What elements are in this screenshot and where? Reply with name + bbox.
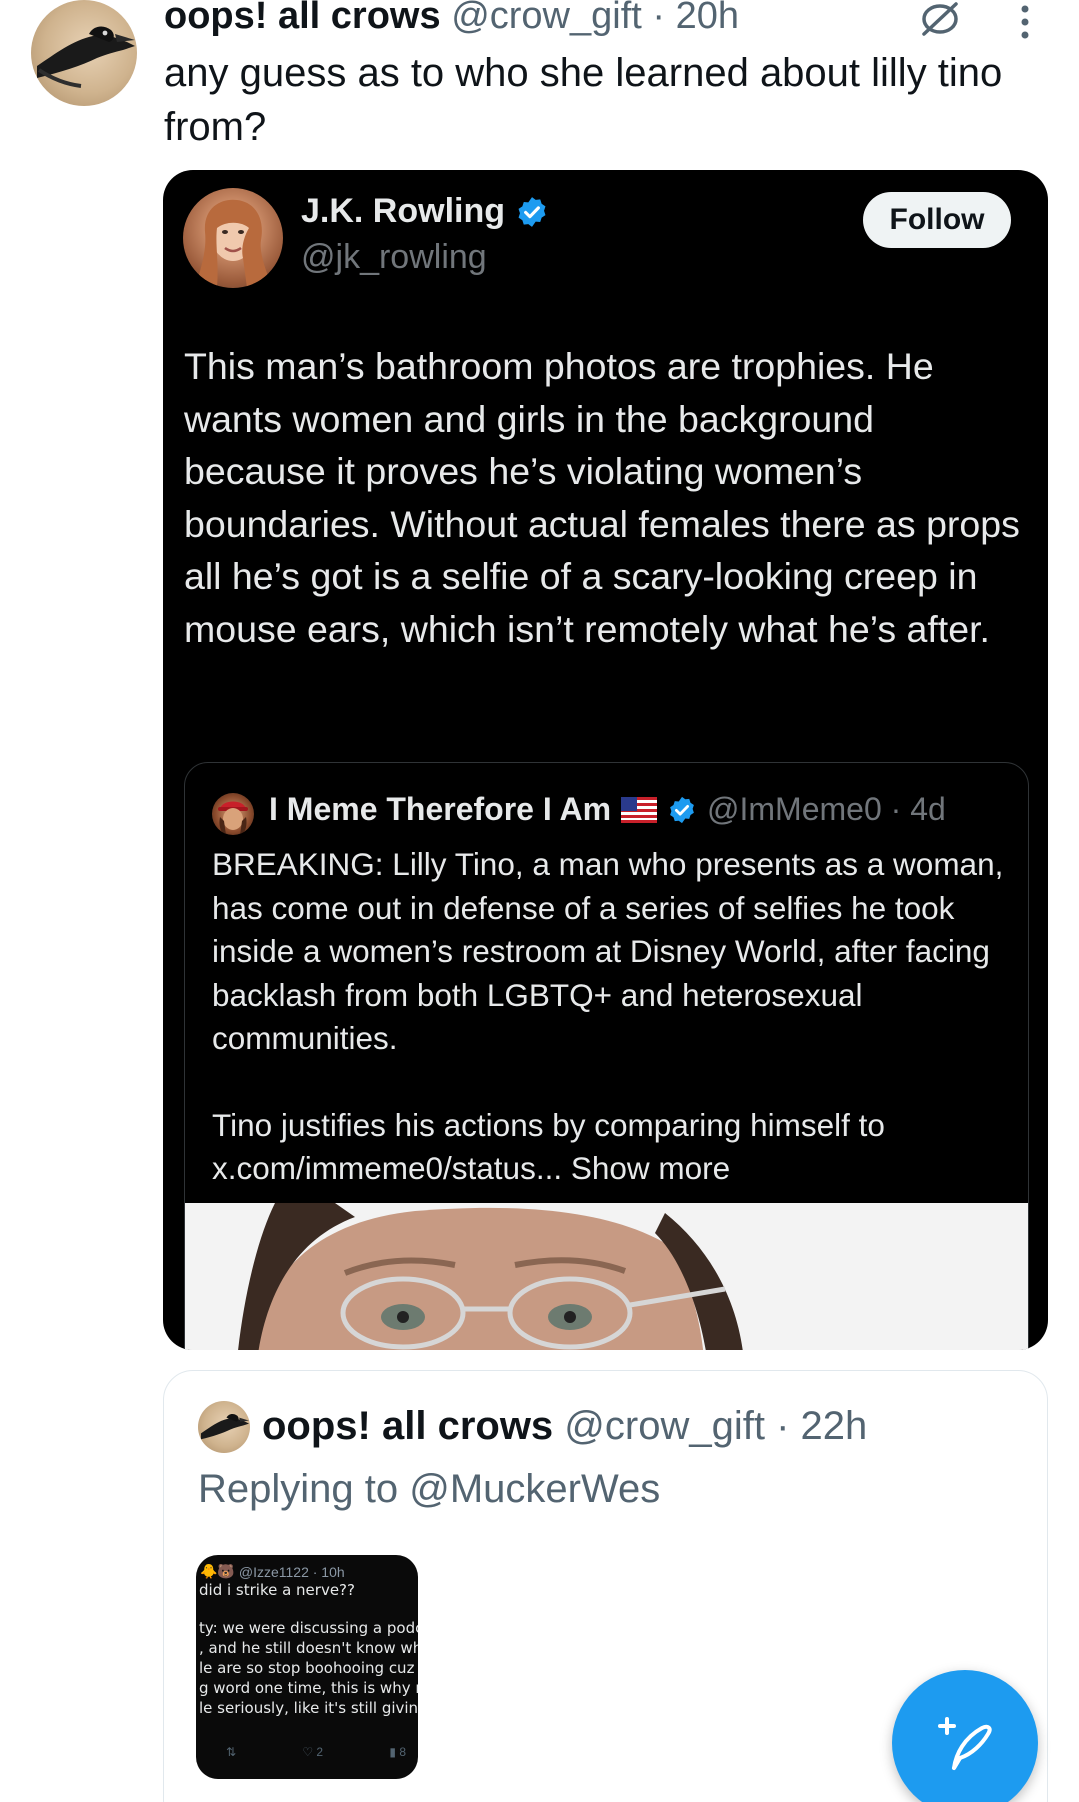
quoted-tweet-card[interactable]: J.K. Rowling @jk_rowling Follow This man… — [163, 170, 1048, 1350]
compose-post-icon — [938, 1717, 992, 1770]
follow-button[interactable]: Follow — [863, 192, 1011, 248]
avatar-crow[interactable] — [31, 0, 137, 106]
quoted-name-row: J.K. Rowling — [301, 192, 549, 231]
replying-prefix: Replying to — [198, 1467, 399, 1511]
thumbnail-line: ty: we were discussing a podca — [199, 1619, 418, 1637]
nested-quote-text: BREAKING: Lilly Tino, a man who presents… — [212, 843, 1012, 1191]
nested-paragraph-2-text: Tino justifies his actions by comparing … — [212, 1106, 885, 1187]
quote-media-image[interactable] — [185, 1203, 1028, 1350]
quoted-display-name[interactable]: J.K. Rowling — [301, 192, 505, 231]
avatar-immeme[interactable] — [212, 793, 254, 835]
replying-mention[interactable]: @MuckerWes — [409, 1467, 660, 1511]
thumbnail-line: g word one time, this is why no — [199, 1679, 418, 1697]
reply-tweet-header: oops! all crows @crow_gift · 22h — [262, 1403, 867, 1449]
us-flag-icon — [621, 796, 658, 823]
like-icon: ♡ 2 — [302, 1745, 324, 1759]
tweet-header: oops! all crows @crow_gift · 20h — [164, 0, 739, 38]
thumbnail-actions: ⇅ ♡ 2 ▮ 8 — [226, 1745, 406, 1759]
view-count: 8 — [399, 1745, 406, 1759]
show-more-link[interactable]: Show more — [571, 1150, 730, 1186]
avatar-crow-small[interactable] — [198, 1401, 250, 1453]
avatar-emoji-icon: 🐥🐻 — [200, 1563, 235, 1579]
nested-quote-header: I Meme Therefore I Am @ImMeme0 · 4d — [269, 791, 946, 828]
quoted-tweet-text: This man’s bathroom photos are trophies.… — [184, 345, 1020, 650]
verified-badge-icon — [518, 196, 546, 227]
nested-paragraph-1: BREAKING: Lilly Tino, a man who presents… — [212, 846, 1004, 1056]
nested-handle-time: @ImMeme0 · 4d — [707, 791, 946, 827]
nested-quote-card[interactable]: I Meme Therefore I Am @ImMeme0 · 4d BREA… — [184, 762, 1029, 1350]
tweet-text: any guess as to who she learned about li… — [164, 51, 1003, 149]
thumbnail-line: , and he still doesn't know who — [199, 1639, 418, 1657]
like-count: 2 — [316, 1745, 324, 1759]
replying-to: Replying to @MuckerWes — [198, 1467, 660, 1512]
nested-display-name[interactable]: I Meme Therefore I Am — [269, 791, 611, 828]
display-name[interactable]: oops! all crows — [164, 0, 441, 37]
handle-time: @crow_gift · 20h — [451, 0, 739, 37]
reply-media-thumbnail[interactable]: 🐥🐻 @Izze1122 · 10h did i strike a nerve?… — [196, 1555, 418, 1779]
thumbnail-line: le are so stop boohooing cuz h — [199, 1659, 418, 1677]
more-vertical-icon[interactable] — [1018, 4, 1032, 40]
verified-badge-icon — [670, 796, 694, 823]
reply-display-name[interactable]: oops! all crows — [262, 1404, 553, 1448]
nested-paragraph-2: Tino justifies his actions by comparing … — [212, 1104, 1012, 1191]
thumbnail-line: le seriously, like it's still giving — [199, 1699, 418, 1717]
thumbnail-line: did i strike a nerve?? — [199, 1581, 355, 1599]
thumbnail-header: 🐥🐻 @Izze1122 · 10h — [200, 1563, 345, 1580]
retweet-icon: ⇅ — [226, 1745, 237, 1759]
grok-icon[interactable] — [918, 0, 962, 38]
reply-handle-time: @crow_gift · 22h — [564, 1404, 868, 1448]
avatar-jk-rowling[interactable] — [183, 188, 283, 288]
thumbnail-handle: @Izze1122 · 10h — [238, 1563, 345, 1580]
views-icon: ▮ 8 — [389, 1745, 406, 1759]
quoted-handle[interactable]: @jk_rowling — [301, 238, 487, 277]
